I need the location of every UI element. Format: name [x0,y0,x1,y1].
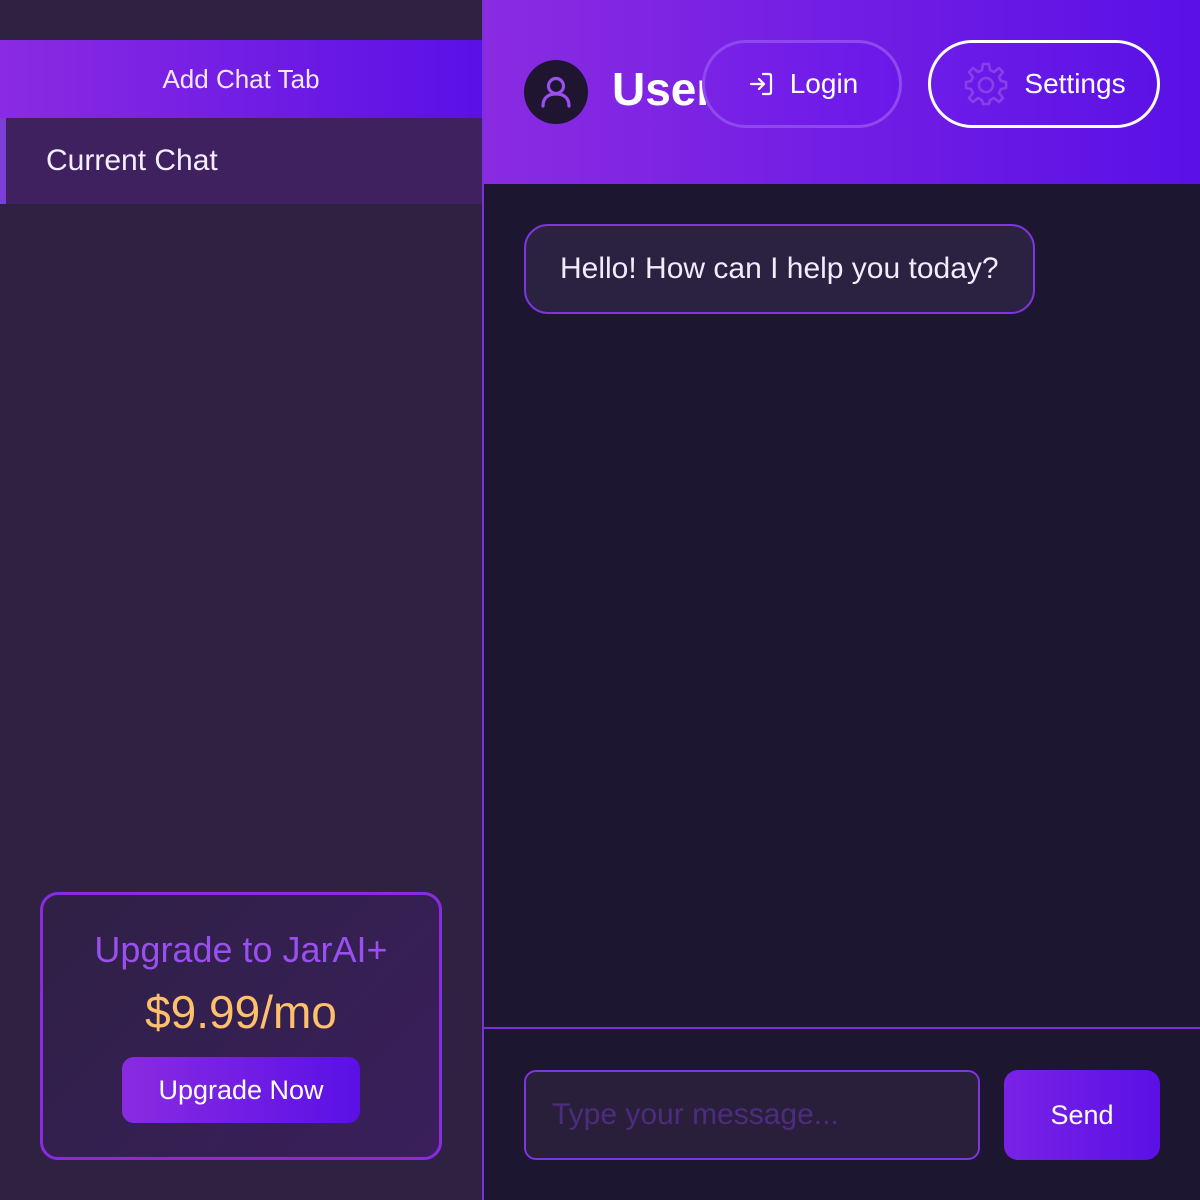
upgrade-title: Upgrade to JarAI+ [94,929,388,970]
message-list: Hello! How can I help you today? [484,184,1200,1028]
add-chat-tab-button[interactable]: Add Chat Tab [0,40,482,118]
upgrade-now-button[interactable]: Upgrade Now [122,1057,360,1123]
user-icon [541,76,571,108]
app-window: Add Chat Tab Current Chat Upgrade to Jar… [0,0,1200,1200]
assistant-message-bubble: Hello! How can I help you today? [524,224,1035,314]
upgrade-card: Upgrade to JarAI+ $9.99/mo Upgrade Now [40,892,442,1160]
login-icon [749,72,772,96]
send-button[interactable]: Send [1004,1070,1160,1160]
login-label: Login [789,68,859,99]
message-composer: Send [484,1029,1200,1200]
username: User [612,63,715,115]
upgrade-price: $9.99/mo [145,986,337,1038]
settings-label: Settings [1024,68,1126,99]
gear-icon [965,62,1008,106]
avatar[interactable] [524,60,588,124]
message-input[interactable] [524,1070,980,1160]
login-button[interactable]: Login [702,40,902,128]
chat-item-label: Current Chat [46,144,218,177]
sidebar: Add Chat Tab Current Chat Upgrade to Jar… [0,0,482,1200]
chat-header: User Login Settings [484,0,1200,184]
sidebar-item-current-chat[interactable]: Current Chat [0,118,482,204]
settings-button[interactable]: Settings [928,40,1160,128]
